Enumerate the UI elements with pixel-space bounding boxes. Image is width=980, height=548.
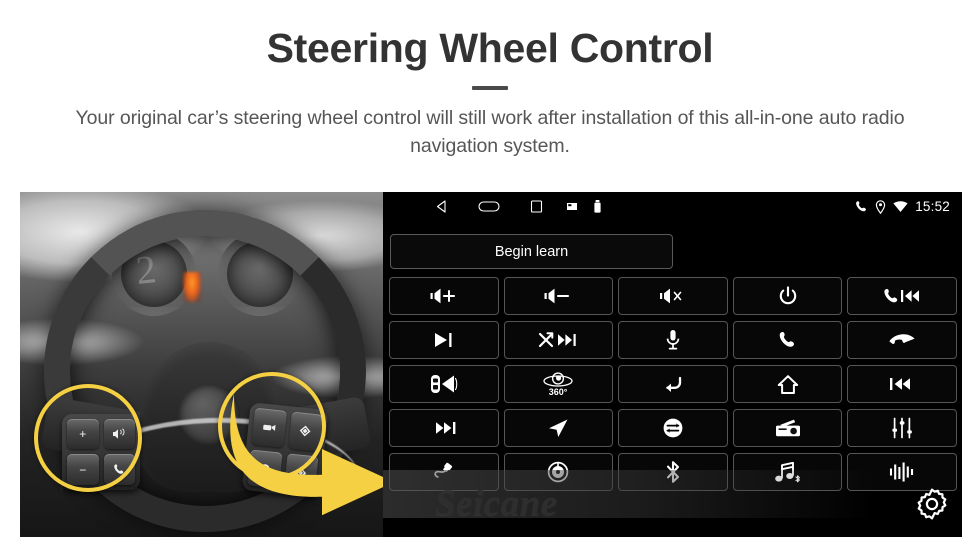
source-swap-icon xyxy=(663,418,683,438)
android-system-icons xyxy=(567,200,601,213)
volume-down-button[interactable] xyxy=(503,277,614,315)
shuffle-next-icon xyxy=(539,332,577,348)
phone-previous-button[interactable] xyxy=(847,277,957,315)
volume-plus-icon xyxy=(430,288,455,304)
volume-minus-icon xyxy=(544,288,570,304)
status-clock: 15:52 xyxy=(915,199,950,214)
home-icon xyxy=(777,374,798,394)
usb-aux-button[interactable] xyxy=(389,453,499,491)
head-unit-screen: 15:52 Begin learn 360° Seicane xyxy=(383,192,962,537)
status-right-cluster: 15:52 xyxy=(855,199,950,214)
volume-mute-icon xyxy=(659,288,682,304)
phone-answer-icon xyxy=(779,332,794,347)
usb-icon xyxy=(594,200,601,213)
steering-wheel-photo: 2 + − xyxy=(20,192,383,537)
gear-icon xyxy=(917,488,947,520)
parking-sensor-button[interactable] xyxy=(389,365,499,403)
navigation-arrow-icon xyxy=(549,419,568,437)
voice-mic-button[interactable] xyxy=(618,321,728,359)
next-track-icon xyxy=(435,422,456,434)
camera-360-button[interactable]: 360° xyxy=(503,365,614,403)
cable-icon xyxy=(434,462,452,478)
swc-function-grid: 360° xyxy=(389,277,957,491)
disc-button[interactable] xyxy=(503,453,614,491)
power-icon xyxy=(779,285,796,304)
camera-360-label: 360° xyxy=(549,387,568,397)
title-divider xyxy=(472,85,508,90)
play-pause-button[interactable] xyxy=(389,321,499,359)
phone-icon xyxy=(855,200,868,213)
location-icon xyxy=(875,199,886,214)
previous-track-button[interactable] xyxy=(847,365,957,403)
radio-icon xyxy=(775,419,800,437)
highlight-ring-left xyxy=(34,384,142,492)
recents-icon[interactable] xyxy=(530,200,543,213)
android-status-bar: 15:52 xyxy=(383,192,962,221)
answer-call-button[interactable] xyxy=(732,321,843,359)
page-title: Steering Wheel Control xyxy=(266,25,714,71)
back-icon[interactable] xyxy=(435,200,448,213)
begin-learn-button[interactable]: Begin learn xyxy=(390,234,673,269)
volume-up-button[interactable] xyxy=(389,277,499,315)
back-button[interactable] xyxy=(618,365,728,403)
page-root: Steering Wheel Control Your original car… xyxy=(0,0,980,548)
equalizer-button[interactable] xyxy=(847,409,957,447)
shuffle-next-button[interactable] xyxy=(503,321,614,359)
bluetooth-music-button[interactable] xyxy=(732,453,843,491)
content-split: 2 + − 15:52 Begin learn 360° Seicane xyxy=(20,192,962,537)
home-icon[interactable] xyxy=(478,200,500,213)
home-button[interactable] xyxy=(732,365,843,403)
previous-track-icon xyxy=(890,378,911,390)
microphone-icon xyxy=(666,330,680,350)
wifi-icon xyxy=(893,200,908,213)
phone-prev-icon xyxy=(884,289,920,303)
waveform-icon xyxy=(890,462,914,482)
page-subtitle: Your original car’s steering wheel contr… xyxy=(75,106,905,158)
play-pause-icon xyxy=(434,333,452,347)
settings-button[interactable] xyxy=(914,486,950,527)
back-arrow-icon xyxy=(666,376,682,392)
camera-360-icon: 360° xyxy=(543,372,574,397)
power-button[interactable] xyxy=(732,277,843,315)
android-nav-buttons xyxy=(435,200,543,213)
car-speaker-icon xyxy=(430,375,458,393)
end-call-button[interactable] xyxy=(847,321,957,359)
yellow-arrow-icon xyxy=(226,390,383,532)
bluetooth-icon xyxy=(666,461,680,483)
mute-button[interactable] xyxy=(618,277,728,315)
equalizer-icon xyxy=(892,417,912,439)
music-bluetooth-icon xyxy=(774,461,800,483)
navigation-button[interactable] xyxy=(503,409,614,447)
header: Steering Wheel Control Your original car… xyxy=(0,0,980,160)
source-switch-button[interactable] xyxy=(618,409,728,447)
next-track-button[interactable] xyxy=(389,409,499,447)
phone-hangup-icon xyxy=(889,334,915,344)
bluetooth-button[interactable] xyxy=(618,453,728,491)
radio-button[interactable] xyxy=(732,409,843,447)
disc-icon xyxy=(548,461,569,483)
sdcard-icon xyxy=(567,202,577,211)
